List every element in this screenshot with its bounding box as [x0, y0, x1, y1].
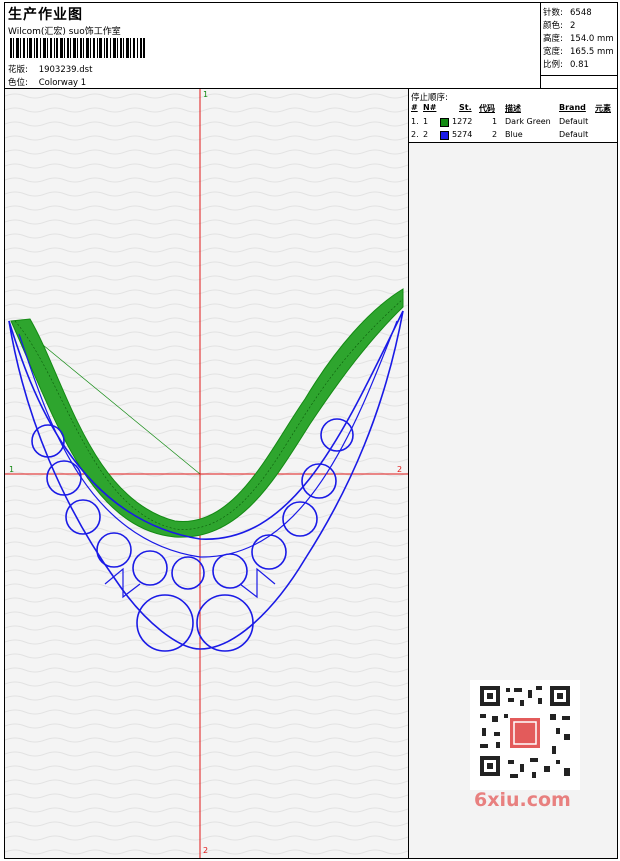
- col-code: 代码: [479, 104, 495, 113]
- design-stats: 针数: 6548 颜色: 2 高度: 154.0 mm 宽度: 165.5 mm 比例:…: [540, 3, 618, 89]
- stat-scale: 比例: 0.81: [543, 60, 589, 70]
- stop-sequence-title: 停止顺序:: [411, 93, 448, 103]
- studio-name: Wilcom(汇宏) suo饰工作室: [8, 27, 121, 37]
- axis-label-left: 1: [9, 465, 15, 474]
- col-element: 元素: [595, 104, 611, 113]
- color-row[interactable]: 1. 1 1272 1 Dark Green Default: [411, 117, 615, 129]
- stat-height: 高度: 154.0 mm: [543, 34, 614, 44]
- col-brand: Brand: [559, 103, 586, 112]
- color-row[interactable]: 2. 2 5274 2 Blue Default: [411, 130, 615, 142]
- design-canvas[interactable]: 1 2 1 2: [5, 89, 409, 858]
- colorway-label: 色位:: [8, 78, 28, 88]
- worksheet-header: 生产作业图 Wilcom(汇宏) suo饰工作室 花版: 1903239.dst…: [5, 3, 618, 89]
- stat-stitches: 针数: 6548: [543, 8, 592, 18]
- axis-label-right: 2: [397, 465, 403, 474]
- pattern-line: 花版: 1903239.dst: [8, 63, 92, 75]
- worksheet-title: 生产作业图: [8, 7, 83, 23]
- pattern-value: 1903239.dst: [38, 65, 93, 75]
- colorway-line: 色位: Colorway 1: [8, 76, 86, 88]
- stats-divider: [541, 75, 618, 76]
- stop-sequence-panel: 停止顺序: # N# St. 代码 描述 Brand 元素 1. 1 1272 …: [409, 89, 617, 143]
- qr-code-icon: [470, 680, 580, 790]
- col-num: #: [411, 103, 418, 112]
- color-swatch: [440, 131, 449, 140]
- stop-sequence-header: # N# St. 代码 描述 Brand 元素: [411, 103, 615, 115]
- colorway-value: Colorway 1: [38, 78, 87, 88]
- color-swatch: [440, 118, 449, 127]
- stat-colors: 颜色: 2: [543, 21, 576, 31]
- embroidery-design-preview: [5, 89, 408, 858]
- site-watermark-logo: 6xiu.com: [474, 789, 571, 811]
- col-n: N#: [423, 103, 437, 112]
- stat-width: 宽度: 165.5 mm: [543, 47, 614, 57]
- axis-label-top: 1: [203, 90, 209, 99]
- axis-label-bottom: 2: [203, 846, 209, 855]
- pattern-label: 花版:: [8, 65, 28, 75]
- barcode-icon: [10, 38, 145, 58]
- col-stitches: St.: [459, 103, 472, 112]
- col-description: 描述: [505, 104, 521, 113]
